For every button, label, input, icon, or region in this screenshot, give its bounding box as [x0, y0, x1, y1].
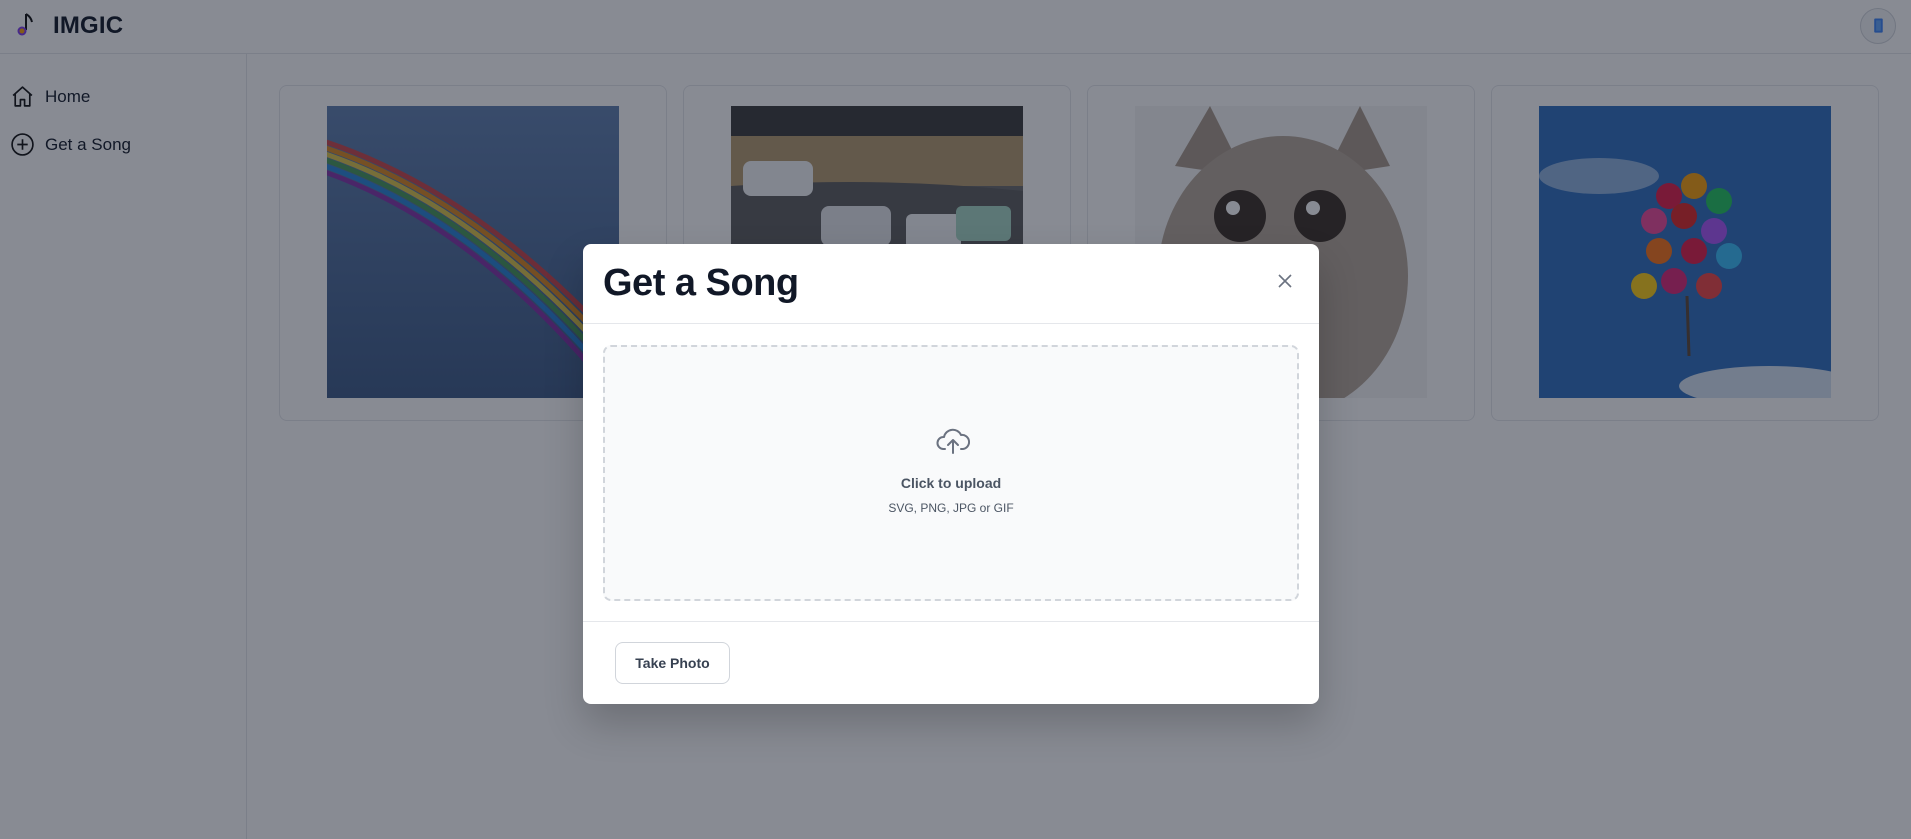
- take-photo-button[interactable]: Take Photo: [615, 642, 730, 684]
- close-icon: [1278, 274, 1292, 288]
- modal-header: Get a Song: [583, 244, 1319, 324]
- cloud-upload-icon: [936, 428, 970, 454]
- get-a-song-modal: Get a Song Click to upload SVG, PNG, JPG…: [583, 244, 1319, 704]
- modal-title: Get a Song: [603, 262, 799, 304]
- upload-file-types: SVG, PNG, JPG or GIF: [888, 501, 1014, 515]
- modal-footer: Take Photo: [583, 621, 1319, 704]
- upload-dropzone[interactable]: Click to upload SVG, PNG, JPG or GIF: [603, 345, 1299, 601]
- upload-title: Click to upload: [900, 475, 1002, 491]
- close-button[interactable]: [1275, 271, 1295, 291]
